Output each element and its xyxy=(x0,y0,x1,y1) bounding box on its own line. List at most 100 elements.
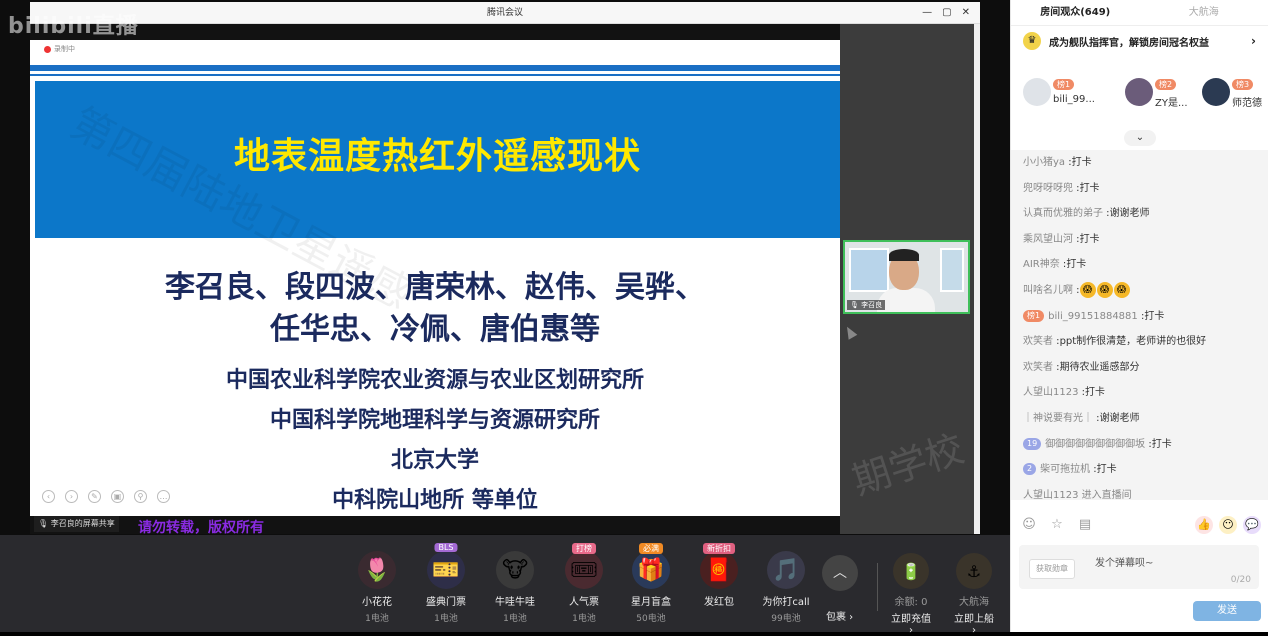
bubble-icon[interactable]: 💬 xyxy=(1243,516,1261,534)
face-icon[interactable]: 😶 xyxy=(1219,516,1237,534)
gift-name: 人气票 xyxy=(553,593,615,608)
rank-user[interactable]: 榜1 bili_99... xyxy=(1023,78,1103,108)
promo-text: 成为舰队指挥官，解锁房间冠名权益 xyxy=(1049,34,1209,49)
danmaku-input[interactable]: 发个弹幕呗~ xyxy=(1095,554,1153,569)
voyage-board[interactable]: ⚓ 大航海 立即上船 › xyxy=(951,553,997,636)
chat-user[interactable]: ｜神说要有光｜ xyxy=(1023,413,1093,424)
send-button[interactable]: 发送 xyxy=(1193,601,1261,621)
slide-stripe-thin xyxy=(30,74,840,76)
chevron-right-icon: › xyxy=(1251,34,1256,48)
chat-user[interactable]: 欢笑者 xyxy=(1023,362,1053,373)
rank-user[interactable]: 榜3师范德 xyxy=(1202,78,1268,108)
gift-item[interactable]: 必满🎁星月盲盒50电池 xyxy=(620,545,682,624)
tab-voyage[interactable]: 大航海 xyxy=(1140,0,1268,25)
chat-text: 打卡 xyxy=(1152,439,1172,450)
chat-text: 打卡 xyxy=(1085,387,1105,398)
gift-item[interactable]: 🎵为你打call99电池 xyxy=(755,545,817,624)
close-icon[interactable]: ✕ xyxy=(962,2,970,24)
board-button[interactable]: 立即上船 › xyxy=(951,610,997,636)
chat-message: AIR神奈 :打卡 xyxy=(1023,252,1268,278)
gift-icon: 🎫 xyxy=(427,551,465,589)
voyage-label: 大航海 xyxy=(951,593,997,608)
minimize-icon[interactable]: — xyxy=(922,2,932,24)
gift-price: 1电池 xyxy=(484,611,546,624)
level-badge: 榜1 xyxy=(1023,310,1044,322)
chat-user[interactable]: 小小猪ya xyxy=(1023,157,1065,168)
gift-name: 盛典门票 xyxy=(415,593,477,608)
window-controls: — ▢ ✕ xyxy=(922,2,970,24)
expand-gifts-button[interactable]: ︿ xyxy=(822,555,858,591)
gift-icon: 🐮 xyxy=(496,551,534,589)
chat-user[interactable]: 兜呀呀呀兜 xyxy=(1023,183,1073,194)
prev-icon[interactable]: ‹ xyxy=(42,490,55,503)
gift-name: 牛哇牛哇 xyxy=(484,593,546,608)
gift-item[interactable]: 🌷小花花1电池 xyxy=(346,545,408,624)
gift-icon: 🎁 xyxy=(632,551,670,589)
star-icon[interactable]: ☆ xyxy=(1047,515,1067,535)
rank-badge: 榜1 xyxy=(1053,79,1074,90)
copy-icon[interactable]: ▣ xyxy=(111,490,124,503)
chat-message: 人望山1123 进入直播间 xyxy=(1023,483,1268,500)
recharge-button[interactable]: 立即充值 › xyxy=(888,610,934,636)
gift-name: 星月盲盒 xyxy=(620,593,682,608)
chat-user[interactable]: 人望山1123 xyxy=(1023,387,1078,398)
chat-user[interactable]: 柴可拖拉机 xyxy=(1040,464,1090,475)
wallet-recharge[interactable]: 🔋 余额: 0 立即充值 › xyxy=(888,553,934,636)
chat-message: 2柴可拖拉机 :打卡 xyxy=(1023,457,1268,483)
gift-name: 小花花 xyxy=(346,593,408,608)
chevron-down-icon[interactable]: ⌄ xyxy=(1124,130,1156,146)
divider xyxy=(877,563,878,611)
chat-text: ppt制作很清楚，老师讲的也很好 xyxy=(1060,336,1207,347)
slide-stripe xyxy=(30,65,840,71)
get-medal-button[interactable]: 获取勋章 xyxy=(1029,559,1075,579)
gift-item[interactable]: BLS🎫盛典门票1电池 xyxy=(415,545,477,624)
chat-user[interactable]: 认真而优雅的弟子 xyxy=(1023,208,1103,219)
avatar xyxy=(1125,78,1153,106)
chat-user[interactable]: 叫啥名儿啊 xyxy=(1023,285,1073,296)
gift-item[interactable]: 打榜🎟人气票1电池 xyxy=(553,545,615,624)
copyright-caption: 请勿转载，版权所有 xyxy=(138,517,264,535)
level-badge: 19 xyxy=(1023,438,1041,450)
more-icon[interactable]: … xyxy=(157,490,170,503)
next-icon[interactable]: › xyxy=(65,490,78,503)
gift-price: 1电池 xyxy=(346,611,408,624)
crown-icon: ♛ xyxy=(1023,32,1041,50)
avatar xyxy=(1202,78,1230,106)
chat-text: 进入直播间 xyxy=(1082,490,1132,500)
anchor-icon: ⚓ xyxy=(956,553,992,589)
zoom-icon[interactable]: ⚲ xyxy=(134,490,147,503)
slide-toolbar: ‹ › ✎ ▣ ⚲ … xyxy=(42,490,170,503)
chat-user[interactable]: bili_99151884881 xyxy=(1048,311,1138,322)
pen-icon[interactable]: ✎ xyxy=(88,490,101,503)
emoji-icon: 😱 xyxy=(1097,282,1113,298)
tab-audience[interactable]: 房间观众(649) xyxy=(1011,0,1140,25)
emoji-panel-icon[interactable]: ☺ xyxy=(1019,515,1039,535)
rank-user[interactable]: 榜2ZY是... xyxy=(1125,78,1205,108)
chat-message: 叫啥名儿啊 :😱😱😱 xyxy=(1023,278,1268,304)
chat-user[interactable]: AIR神奈 xyxy=(1023,259,1060,270)
card-icon[interactable]: ▤ xyxy=(1075,515,1095,535)
maximize-icon[interactable]: ▢ xyxy=(942,2,951,24)
gift-tag: 新折扣 xyxy=(703,543,735,554)
danmaku-input-box[interactable]: 获取勋章 发个弹幕呗~ 0/20 xyxy=(1019,545,1259,589)
gift-item[interactable]: 新折扣🧧发红包 xyxy=(688,545,750,611)
gift-item[interactable]: 🐮 牛哇牛哇 1电池 xyxy=(484,545,546,624)
rank-badge: 榜3 xyxy=(1232,79,1253,90)
gift-icon: 🧧 xyxy=(700,551,738,589)
share-label: 🎙 李召良的屏幕共享 xyxy=(34,516,119,532)
package-button[interactable]: 包裹 › xyxy=(826,608,853,623)
thumbs-up-icon[interactable]: 👍 xyxy=(1195,516,1213,534)
chat-user[interactable]: 欢笑者 xyxy=(1023,336,1053,347)
gift-bar: 🌷小花花1电池BLS🎫盛典门票1电池🐮牛哇牛哇1电池打榜🎟人气票1电池必满🎁星月… xyxy=(0,535,1010,632)
chat-user[interactable]: 乘风望山河 xyxy=(1023,234,1073,245)
fleet-promo[interactable]: ♛ 成为舰队指挥官，解锁房间冠名权益 › xyxy=(1011,26,1268,56)
slide-authors-line-2: 任华忠、冷佩、唐伯惠等 xyxy=(30,304,840,348)
gift-name: 为你打call xyxy=(755,593,817,608)
chat-user[interactable]: 御御御御御御御御御坂 xyxy=(1045,439,1145,450)
chat-message: 认真而优雅的弟子 :谢谢老师 xyxy=(1023,201,1268,227)
rank-user-name: bili_99... xyxy=(1053,94,1095,105)
window-titlebar: 腾讯会议 — ▢ ✕ xyxy=(30,2,980,24)
chat-user[interactable]: 人望山1123 xyxy=(1023,490,1078,500)
speaker-hair xyxy=(889,249,919,261)
slide-institution: 中国科学院地理科学与资源研究所 xyxy=(30,402,840,434)
